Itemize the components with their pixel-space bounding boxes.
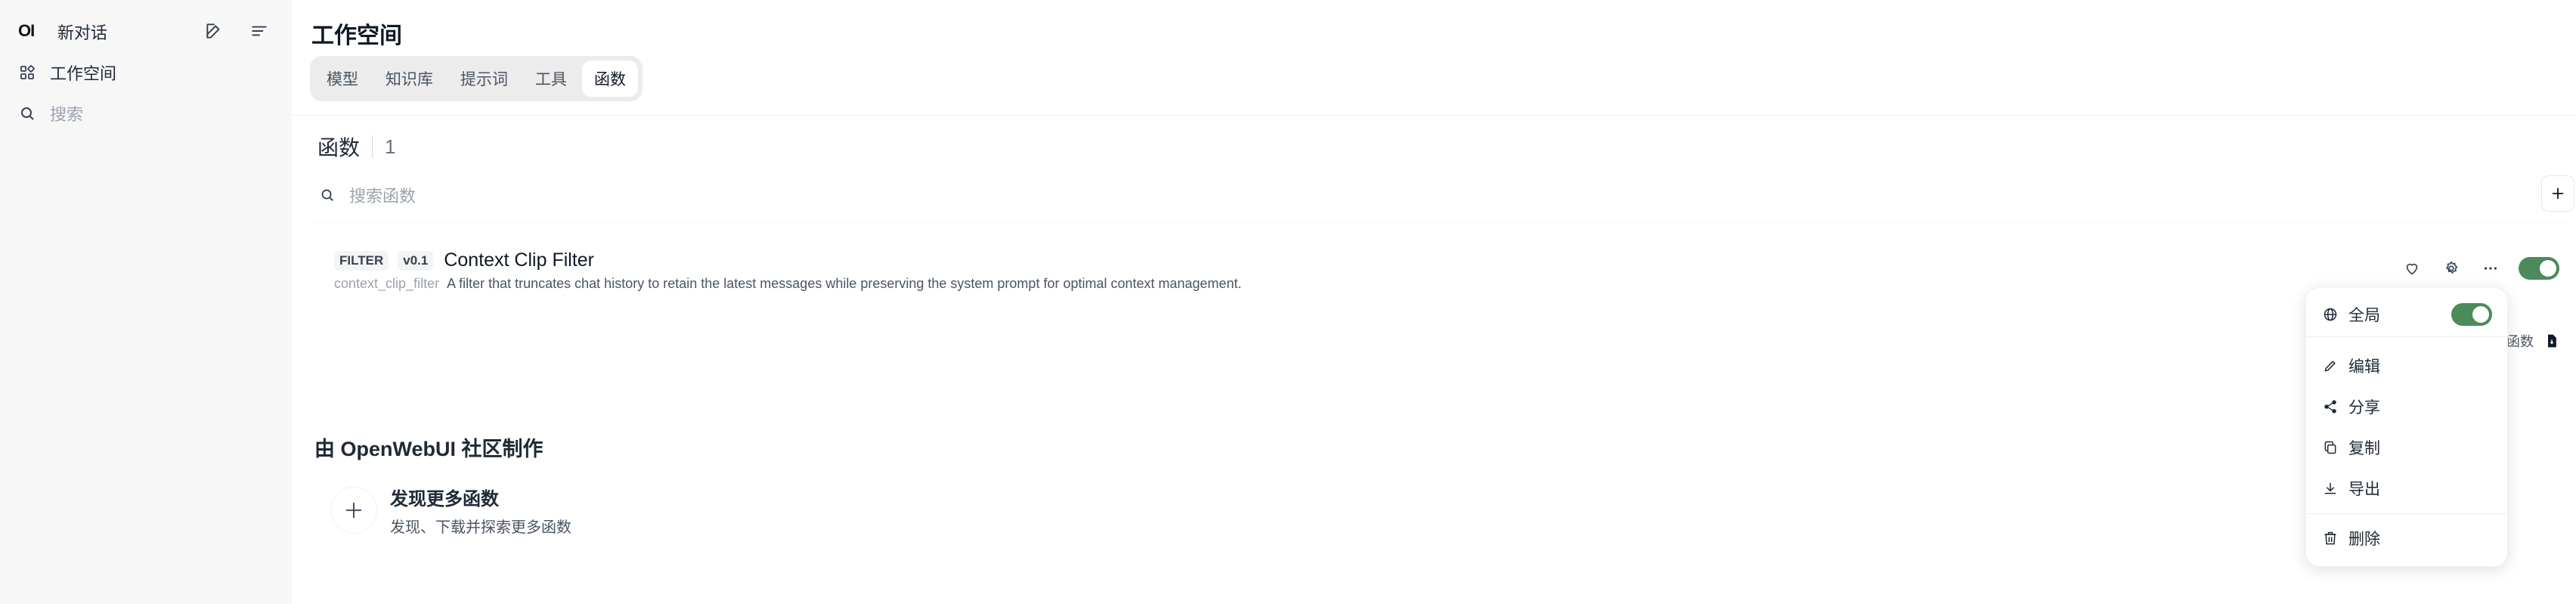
menu-divider (2306, 336, 2509, 337)
function-name[interactable]: Context Clip Filter (444, 249, 594, 271)
community-section-title: 由 OpenWebUI 社区制作 (314, 438, 543, 460)
function-list-item[interactable]: FILTER v0.1 Context Clip Filter context_… (334, 249, 1242, 292)
ellipsis-icon (2482, 260, 2499, 277)
function-id: context_clip_filter (334, 276, 440, 291)
global-toggle[interactable] (2451, 303, 2492, 326)
type-badge: FILTER (334, 250, 389, 271)
grid-icon (18, 63, 36, 82)
menu-item-label: 全局 (2348, 307, 2380, 324)
add-function-button[interactable] (2541, 175, 2574, 212)
globe-icon (2323, 307, 2338, 322)
menu-item-share[interactable]: 分享 (2323, 395, 2380, 418)
version-badge: v0.1 (398, 250, 434, 271)
functions-search-input[interactable]: 搜索函数 (319, 183, 416, 207)
tab-knowledge[interactable]: 知识库 (373, 60, 445, 97)
search-icon (18, 104, 36, 122)
search-placeholder: 搜索函数 (349, 187, 416, 206)
sidebar-item-label: 工作空间 (50, 64, 117, 83)
functions-title: 函数 (317, 136, 361, 160)
sidebar-item-workspace[interactable]: 工作空间 (18, 60, 116, 85)
function-description: A filter that truncates chat history to … (447, 276, 1242, 291)
discover-more-link[interactable]: 发现更多函数 发现、下载并探索更多函数 (331, 484, 571, 537)
workspace-tabs: 模型 知识库 提示词 工具 函数 (310, 56, 642, 101)
settings-button[interactable] (2440, 257, 2463, 280)
sidebar-search[interactable]: 搜索 (18, 101, 83, 125)
tab-tools[interactable]: 工具 (523, 60, 579, 97)
peek-label: 函数 (2506, 334, 2534, 349)
partially-hidden-action[interactable]: 函数 (2506, 331, 2559, 351)
new-chat-button[interactable] (201, 18, 227, 44)
menu-item-label: 复制 (2348, 440, 2380, 457)
toggle-knob (2472, 306, 2489, 323)
discover-title: 发现更多函数 (390, 489, 499, 510)
sidebar-search-placeholder: 搜索 (50, 105, 84, 124)
menu-lines-icon (249, 21, 269, 41)
tab-functions[interactable]: 函数 (582, 60, 638, 97)
menu-item-label: 删除 (2348, 531, 2380, 548)
app-logo: OI (18, 21, 35, 40)
function-actions (2401, 257, 2559, 280)
menu-item-label: 分享 (2348, 399, 2380, 417)
menu-item-edit[interactable]: 编辑 (2323, 355, 2380, 377)
menu-item-global[interactable]: 全局 (2323, 303, 2380, 326)
tab-models[interactable]: 模型 (314, 60, 370, 97)
file-import-icon (2544, 333, 2559, 348)
favorite-button[interactable] (2401, 257, 2423, 280)
header-divider (292, 115, 2576, 116)
menu-item-label: 导出 (2348, 481, 2380, 498)
header-separator (372, 135, 373, 158)
menu-divider (2306, 513, 2509, 514)
function-enabled-toggle[interactable] (2519, 257, 2559, 280)
pencil-square-icon (204, 21, 224, 41)
search-divider (310, 222, 2570, 223)
menu-item-label: 编辑 (2348, 358, 2380, 376)
heart-icon (2404, 260, 2420, 277)
discover-subtitle: 发现、下载并探索更多函数 (390, 519, 571, 536)
function-options-menu: 全局 编辑 分享 复制 导出 删除 (2305, 287, 2509, 567)
download-icon (2323, 481, 2338, 496)
more-options-button[interactable] (2479, 257, 2502, 280)
menu-item-delete[interactable]: 删除 (2323, 527, 2380, 550)
copy-icon (2323, 440, 2338, 455)
plus-icon (2550, 185, 2566, 202)
main-content: 工作空间 模型 知识库 提示词 工具 函数 函数 1 搜索函数 FILTER v (292, 0, 2576, 604)
sidebar-menu-button[interactable] (246, 18, 272, 44)
trash-icon (2323, 531, 2338, 546)
menu-item-export[interactable]: 导出 (2323, 477, 2380, 500)
menu-item-copy[interactable]: 复制 (2323, 436, 2380, 459)
gear-icon (2443, 260, 2460, 277)
share-icon (2323, 399, 2338, 414)
plus-icon (343, 500, 364, 521)
new-chat-label[interactable]: 新对话 (57, 20, 107, 44)
tab-prompts[interactable]: 提示词 (448, 60, 520, 97)
pencil-icon (2323, 358, 2338, 373)
functions-header: 函数 1 (317, 132, 395, 162)
toggle-knob (2540, 260, 2556, 277)
sidebar: OI 新对话 工作空间 搜索 (0, 0, 292, 604)
search-icon (319, 187, 336, 203)
page-title: 工作空间 (311, 23, 402, 48)
discover-plus-button[interactable] (331, 488, 376, 533)
functions-count: 1 (385, 135, 396, 158)
